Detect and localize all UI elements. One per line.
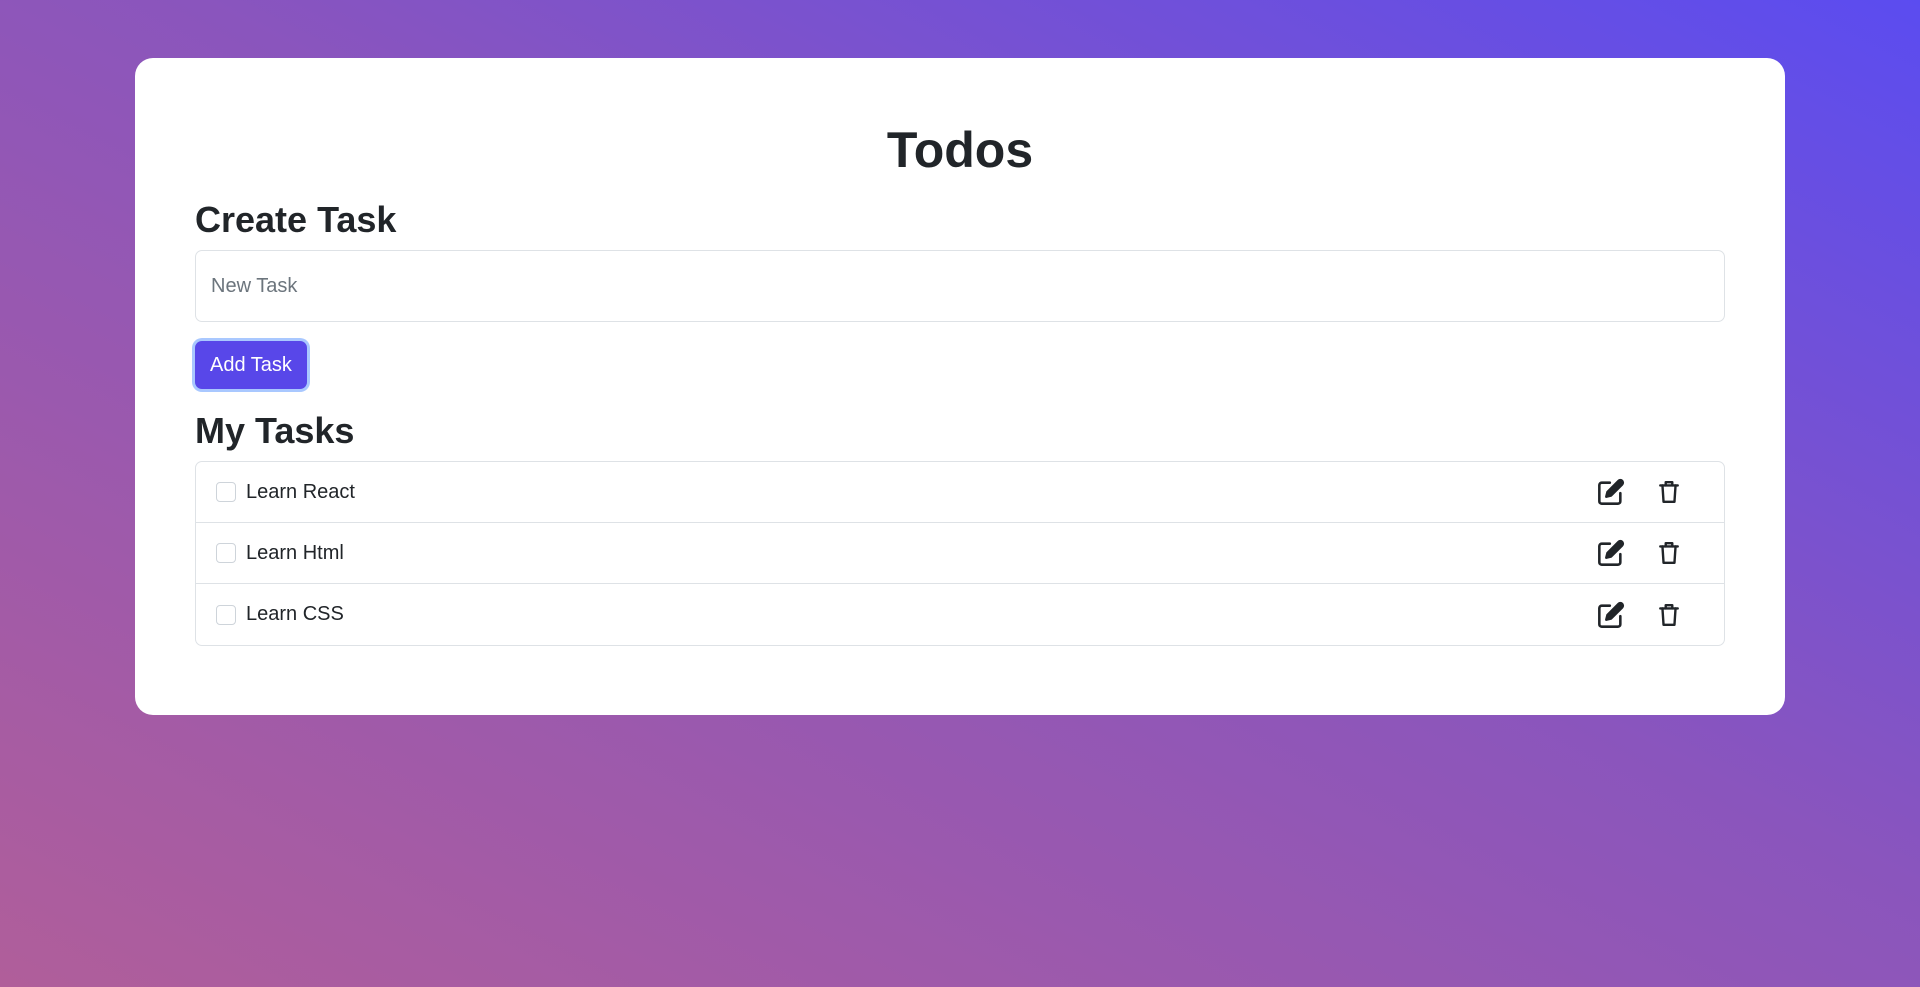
add-task-button[interactable]: Add Task — [195, 341, 307, 389]
edit-icon[interactable] — [1594, 475, 1628, 509]
task-label: Learn React — [246, 480, 355, 503]
task-label: Learn Html — [246, 541, 344, 564]
trash-icon[interactable] — [1652, 536, 1686, 570]
task-actions — [1594, 536, 1686, 570]
task-checkbox[interactable] — [216, 543, 236, 563]
task-label: Learn CSS — [246, 603, 344, 625]
my-tasks-heading: My Tasks — [195, 410, 355, 451]
task-item: Learn React — [196, 462, 1724, 523]
task-item: Learn Html — [196, 523, 1724, 584]
todo-card: Todos Create Task Add Task My Tasks Lear… — [135, 58, 1785, 715]
trash-icon[interactable] — [1652, 598, 1686, 632]
task-actions — [1594, 598, 1686, 632]
task-item: Learn CSS — [196, 584, 1724, 645]
app-title: Todos — [886, 122, 1034, 178]
new-task-input[interactable] — [195, 250, 1725, 322]
edit-icon[interactable] — [1594, 536, 1628, 570]
trash-icon[interactable] — [1652, 475, 1686, 509]
task-list: Learn React Learn Html Learn CSS — [195, 461, 1725, 646]
edit-icon[interactable] — [1594, 598, 1628, 632]
create-task-heading: Create Task — [195, 199, 397, 240]
task-actions — [1594, 475, 1686, 509]
task-checkbox[interactable] — [216, 482, 236, 502]
task-checkbox[interactable] — [216, 604, 236, 625]
